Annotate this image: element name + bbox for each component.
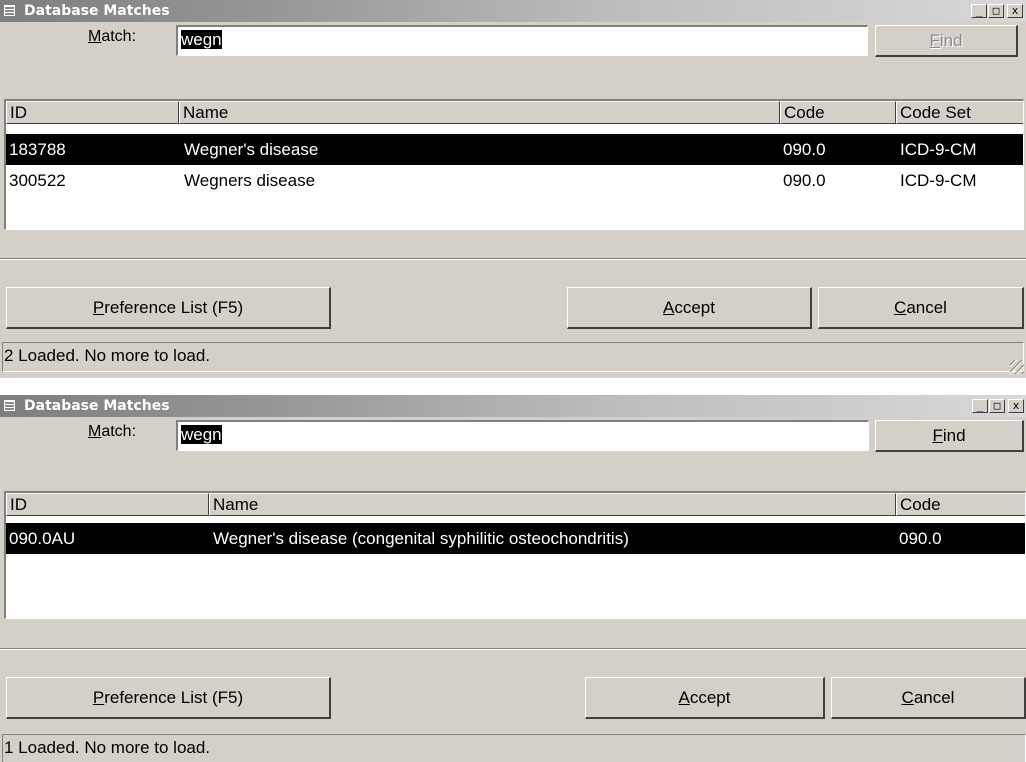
table-row[interactable]: 090.0AU Wegner's disease (congenital syp… [6, 523, 1025, 554]
minimize-button[interactable]: _ [971, 4, 987, 18]
status-text: 2 Loaded. No more to load. [4, 346, 211, 365]
status-bar: 2 Loaded. No more to load. [2, 342, 1024, 372]
accept-button[interactable]: Accept [567, 287, 812, 329]
table-row[interactable]: 183788 Wegner's disease 090.0 ICD-9-CM [6, 134, 1023, 165]
maximize-button[interactable]: □ [989, 399, 1005, 413]
column-header-name[interactable]: Name [179, 101, 780, 124]
cancel-button[interactable]: Cancel [831, 677, 1026, 719]
preference-list-button[interactable]: Preference List (F5) [6, 287, 331, 329]
accept-button[interactable]: Accept [585, 677, 825, 719]
window-title: Database Matches [24, 398, 170, 414]
close-button[interactable]: x [1007, 4, 1023, 18]
cell-name: Wegners disease [184, 171, 316, 190]
separator [0, 648, 1026, 650]
column-header-id[interactable]: ID [6, 101, 179, 124]
cell-name: Wegner's disease [184, 140, 319, 159]
cell-code-set: ICD-9-CM [900, 140, 977, 159]
find-button[interactable]: Find [875, 420, 1024, 452]
column-header-code[interactable]: Code [780, 101, 896, 124]
separator [0, 258, 1026, 260]
minimize-button[interactable]: _ [972, 399, 988, 413]
database-matches-window-2: Database Matches _ □ x Match: wegn Find … [0, 395, 1026, 762]
column-header-name[interactable]: Name [209, 493, 896, 516]
column-header-code[interactable]: Code [896, 493, 1025, 516]
cell-code: 090.0 [783, 140, 826, 159]
system-menu-icon[interactable] [4, 400, 15, 411]
match-input[interactable]: wegn [176, 25, 868, 56]
status-bar: 1 Loaded. No more to load. [2, 734, 1026, 762]
window-title: Database Matches [24, 3, 170, 19]
gap [0, 378, 1026, 395]
cell-id: 300522 [9, 171, 66, 190]
column-header-code-set[interactable]: Code Set [896, 101, 1023, 124]
system-menu-icon[interactable] [4, 5, 15, 16]
table-row[interactable]: 300522 Wegners disease 090.0 ICD-9-CM [6, 165, 1023, 196]
cell-code-set: ICD-9-CM [900, 171, 977, 190]
match-input-value: wegn [181, 30, 222, 49]
preference-list-button[interactable]: Preference List (F5) [6, 677, 331, 719]
status-text: 1 Loaded. No more to load. [4, 738, 211, 757]
title-bar[interactable]: Database Matches [0, 395, 1026, 417]
cell-name: Wegner's disease (congenital syphilitic … [213, 529, 629, 548]
cell-id: 183788 [9, 140, 66, 159]
maximize-button[interactable]: □ [988, 4, 1004, 18]
title-bar[interactable]: Database Matches [0, 0, 1026, 22]
match-input-value: wegn [181, 425, 222, 444]
column-header-id[interactable]: ID [6, 493, 209, 516]
match-label: Match: [88, 28, 137, 45]
database-matches-window-1: Database Matches _ □ x Match: wegn Find … [0, 0, 1026, 378]
resize-grip-icon[interactable] [1010, 360, 1024, 374]
cell-code: 090.0 [783, 171, 826, 190]
close-button[interactable]: x [1008, 399, 1024, 413]
find-button[interactable]: Find [875, 25, 1018, 57]
results-table: ID Name Code 090.0AU Wegner's disease (c… [4, 491, 1026, 619]
match-label: Match: [88, 423, 137, 440]
cell-id: 090.0AU [9, 529, 76, 548]
results-table: ID Name Code Code Set 183788 Wegner's di… [4, 99, 1024, 230]
cell-code: 090.0 [899, 529, 942, 548]
match-input[interactable]: wegn [176, 420, 869, 451]
cancel-button[interactable]: Cancel [818, 287, 1024, 329]
